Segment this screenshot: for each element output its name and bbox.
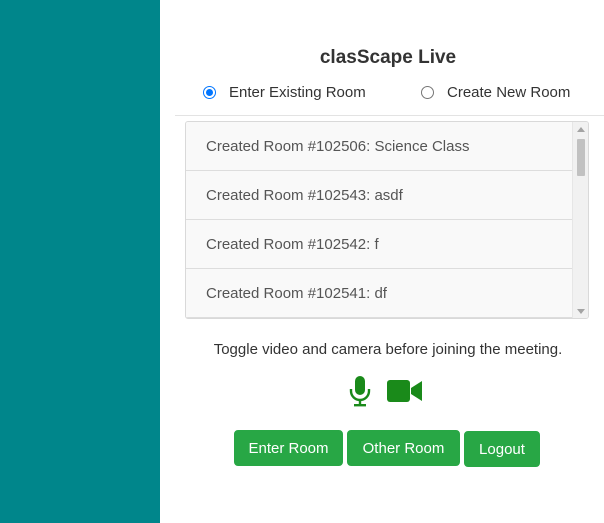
scroll-up-arrow-icon[interactable] <box>577 127 585 132</box>
room-label[interactable]: Created Room #102506: Science Class <box>206 138 469 155</box>
other-room-button[interactable]: Other Room <box>347 430 460 466</box>
room-list[interactable]: Created Room #102506: Science Class Crea… <box>185 121 589 319</box>
room-label[interactable]: Created Room #102542: f <box>206 236 379 253</box>
radio-button-checked[interactable] <box>203 86 216 99</box>
main-panel: clasScape Live Enter Existing Room Creat… <box>160 0 604 523</box>
room-list-items: Created Room #102506: Science Class Crea… <box>186 122 573 318</box>
sidebar <box>0 0 160 523</box>
media-toggles <box>160 375 604 409</box>
scroll-thumb[interactable] <box>577 139 585 176</box>
microphone-icon[interactable] <box>349 375 371 412</box>
media-hint-text: Toggle video and camera before joining t… <box>213 341 563 358</box>
list-scrollbar[interactable] <box>572 122 588 318</box>
radio-enter-existing[interactable]: Enter Existing Room <box>203 84 366 101</box>
video-camera-icon[interactable] <box>387 379 423 408</box>
radio-create-new[interactable]: Create New Room <box>421 84 570 101</box>
list-item[interactable]: Created Room #102542: f <box>186 220 573 269</box>
logout-button[interactable]: Logout <box>464 431 540 467</box>
list-item[interactable]: Created Room #102541: df <box>186 269 573 318</box>
room-label[interactable]: Created Room #102541: df <box>206 285 387 302</box>
page-title: clasScape Live <box>319 47 457 68</box>
room-label[interactable]: Created Room #102543: asdf <box>206 187 403 204</box>
list-item[interactable]: Created Room #102506: Science Class <box>186 122 573 171</box>
scroll-down-arrow-icon[interactable] <box>577 309 585 314</box>
radio-button-unchecked[interactable] <box>421 86 434 99</box>
list-item[interactable]: Created Room #102543: asdf <box>186 171 573 220</box>
radio-enter-existing-label[interactable]: Enter Existing Room <box>229 84 366 101</box>
enter-room-button[interactable]: Enter Room <box>234 430 343 466</box>
radio-create-new-label[interactable]: Create New Room <box>447 84 570 101</box>
divider <box>175 115 604 116</box>
